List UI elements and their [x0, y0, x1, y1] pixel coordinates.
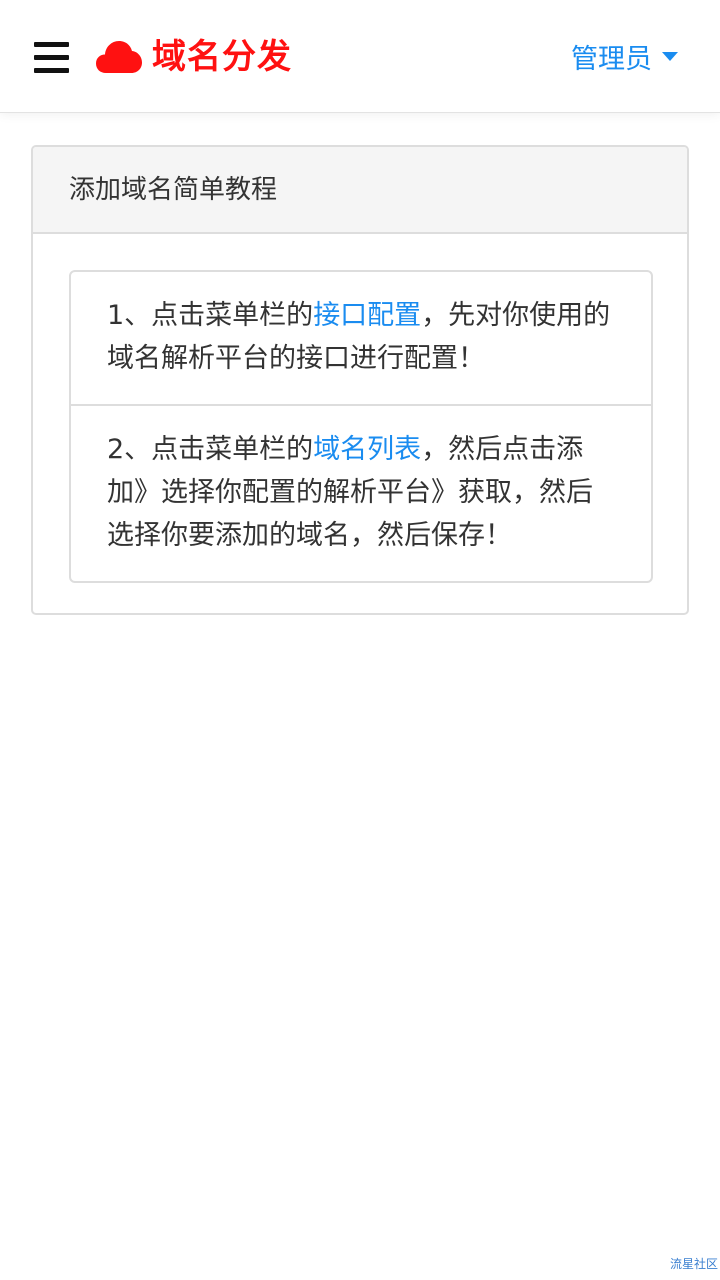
card-title: 添加域名简单教程 [33, 147, 687, 234]
top-navbar: 域名分发 管理员 [0, 0, 720, 113]
menu-icon-bar [34, 55, 69, 60]
watermark: 流星社区 [669, 1257, 718, 1271]
brand-name: 域名分发 [152, 37, 292, 77]
user-dropdown[interactable]: 管理员 [571, 36, 678, 76]
tutorial-card: 添加域名简单教程 1、点击菜单栏的接口配置，先对你使用的域名解析平台的接口进行配… [31, 145, 689, 615]
interface-config-link[interactable]: 接口配置 [313, 300, 421, 331]
cloud-icon [96, 41, 142, 73]
user-label: 管理员 [571, 43, 652, 75]
tutorial-steps-list: 1、点击菜单栏的接口配置，先对你使用的域名解析平台的接口进行配置！ 2、点击菜单… [69, 270, 653, 583]
domain-list-link[interactable]: 域名列表 [313, 434, 421, 465]
step-text-prefix: 2、点击菜单栏的 [107, 434, 314, 465]
tutorial-step-2: 2、点击菜单栏的域名列表，然后点击添加》选择你配置的解析平台》获取，然后选择你要… [71, 404, 651, 581]
menu-icon-bar [34, 42, 69, 47]
menu-icon[interactable] [34, 42, 70, 74]
step-text-prefix: 1、点击菜单栏的 [107, 300, 314, 331]
tutorial-step-1: 1、点击菜单栏的接口配置，先对你使用的域名解析平台的接口进行配置！ [71, 272, 651, 404]
brand-logo-link[interactable]: 域名分发 [96, 34, 292, 80]
caret-down-icon [662, 51, 678, 61]
menu-icon-bar [34, 68, 69, 73]
